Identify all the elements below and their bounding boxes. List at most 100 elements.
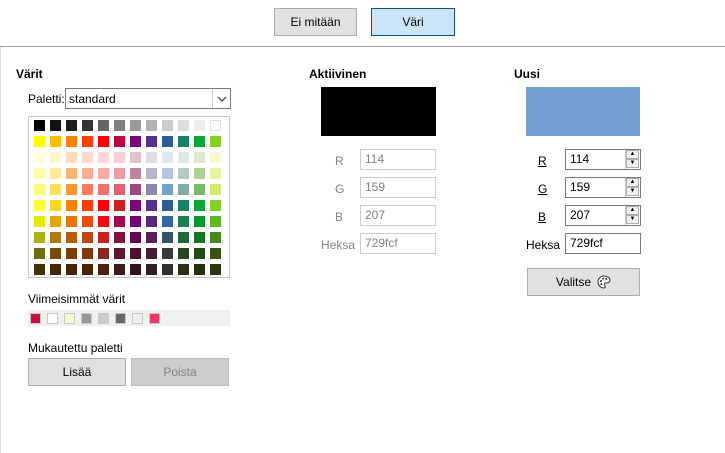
palette-swatch[interactable] xyxy=(194,184,205,195)
palette-swatch[interactable] xyxy=(66,200,77,211)
palette-swatch[interactable] xyxy=(178,200,189,211)
color-palette-grid[interactable] xyxy=(28,116,230,278)
recent-color-swatch[interactable] xyxy=(47,313,58,324)
palette-swatch[interactable] xyxy=(178,248,189,259)
palette-swatch[interactable] xyxy=(34,200,45,211)
palette-swatch[interactable] xyxy=(194,232,205,243)
recent-color-swatch[interactable] xyxy=(64,313,75,324)
palette-swatch[interactable] xyxy=(210,184,221,195)
recent-color-swatch[interactable] xyxy=(115,313,126,324)
palette-swatch[interactable] xyxy=(50,216,61,227)
palette-swatch[interactable] xyxy=(50,168,61,179)
palette-swatch[interactable] xyxy=(82,232,93,243)
recent-color-swatch[interactable] xyxy=(98,313,109,324)
palette-swatch[interactable] xyxy=(98,168,109,179)
pick-button[interactable]: Valitse xyxy=(527,268,640,296)
palette-swatch[interactable] xyxy=(66,136,77,147)
palette-swatch[interactable] xyxy=(66,152,77,163)
spin-down-icon[interactable]: ▼ xyxy=(626,159,639,168)
palette-swatch[interactable] xyxy=(34,120,45,131)
palette-swatch[interactable] xyxy=(98,264,109,275)
palette-swatch[interactable] xyxy=(178,152,189,163)
palette-swatch[interactable] xyxy=(194,264,205,275)
palette-swatch[interactable] xyxy=(34,152,45,163)
palette-swatch[interactable] xyxy=(130,152,141,163)
recent-color-swatch[interactable] xyxy=(81,313,92,324)
palette-swatch[interactable] xyxy=(210,168,221,179)
recent-color-swatch[interactable] xyxy=(149,313,160,324)
palette-swatch[interactable] xyxy=(210,152,221,163)
palette-swatch[interactable] xyxy=(34,248,45,259)
palette-swatch[interactable] xyxy=(82,168,93,179)
palette-swatch[interactable] xyxy=(34,216,45,227)
palette-swatch[interactable] xyxy=(210,216,221,227)
palette-swatch[interactable] xyxy=(210,120,221,131)
palette-swatch[interactable] xyxy=(34,232,45,243)
palette-swatch[interactable] xyxy=(82,120,93,131)
palette-swatch[interactable] xyxy=(162,216,173,227)
palette-swatch[interactable] xyxy=(114,232,125,243)
palette-swatch[interactable] xyxy=(50,184,61,195)
palette-swatch[interactable] xyxy=(50,200,61,211)
palette-swatch[interactable] xyxy=(114,120,125,131)
palette-swatch[interactable] xyxy=(162,120,173,131)
palette-swatch[interactable] xyxy=(210,136,221,147)
spin-down-icon[interactable]: ▼ xyxy=(626,187,639,196)
palette-swatch[interactable] xyxy=(50,120,61,131)
add-button[interactable]: Lisää xyxy=(28,358,126,386)
palette-swatch[interactable] xyxy=(162,248,173,259)
palette-swatch[interactable] xyxy=(210,232,221,243)
new-b-spin[interactable]: ▲ ▼ xyxy=(625,206,639,225)
recent-colors-bar[interactable] xyxy=(28,310,230,326)
palette-swatch[interactable] xyxy=(34,168,45,179)
palette-swatch[interactable] xyxy=(66,216,77,227)
palette-swatch[interactable] xyxy=(130,136,141,147)
palette-swatch[interactable] xyxy=(34,184,45,195)
palette-swatch[interactable] xyxy=(50,264,61,275)
palette-swatch[interactable] xyxy=(146,120,157,131)
palette-swatch[interactable] xyxy=(98,152,109,163)
palette-swatch[interactable] xyxy=(130,120,141,131)
palette-swatch[interactable] xyxy=(146,152,157,163)
palette-swatch[interactable] xyxy=(178,120,189,131)
palette-swatch[interactable] xyxy=(66,248,77,259)
tab-none-button[interactable]: Ei mitään xyxy=(274,8,357,36)
palette-swatch[interactable] xyxy=(114,264,125,275)
palette-swatch[interactable] xyxy=(50,248,61,259)
palette-swatch[interactable] xyxy=(162,184,173,195)
palette-select[interactable]: standard xyxy=(65,88,231,109)
palette-swatch[interactable] xyxy=(146,168,157,179)
palette-swatch[interactable] xyxy=(98,136,109,147)
palette-swatch[interactable] xyxy=(210,248,221,259)
palette-swatch[interactable] xyxy=(178,136,189,147)
palette-swatch[interactable] xyxy=(82,248,93,259)
palette-swatch[interactable] xyxy=(66,264,77,275)
palette-swatch[interactable] xyxy=(34,264,45,275)
palette-swatch[interactable] xyxy=(98,200,109,211)
palette-swatch[interactable] xyxy=(194,152,205,163)
palette-swatch[interactable] xyxy=(146,136,157,147)
palette-swatch[interactable] xyxy=(114,136,125,147)
palette-swatch[interactable] xyxy=(146,264,157,275)
palette-swatch[interactable] xyxy=(162,168,173,179)
palette-swatch[interactable] xyxy=(178,168,189,179)
palette-swatch[interactable] xyxy=(98,248,109,259)
palette-swatch[interactable] xyxy=(98,232,109,243)
palette-swatch[interactable] xyxy=(130,200,141,211)
tab-color-button[interactable]: Väri xyxy=(371,8,455,36)
palette-swatch[interactable] xyxy=(146,232,157,243)
palette-swatch[interactable] xyxy=(194,216,205,227)
palette-swatch[interactable] xyxy=(162,152,173,163)
palette-swatch[interactable] xyxy=(194,168,205,179)
palette-swatch[interactable] xyxy=(82,184,93,195)
palette-swatch[interactable] xyxy=(130,264,141,275)
palette-swatch[interactable] xyxy=(66,184,77,195)
palette-swatch[interactable] xyxy=(98,216,109,227)
palette-swatch[interactable] xyxy=(146,216,157,227)
recent-color-swatch[interactable] xyxy=(132,313,143,324)
chevron-down-icon[interactable] xyxy=(212,89,230,108)
palette-swatch[interactable] xyxy=(82,152,93,163)
palette-swatch[interactable] xyxy=(34,136,45,147)
palette-swatch[interactable] xyxy=(82,264,93,275)
palette-swatch[interactable] xyxy=(114,200,125,211)
